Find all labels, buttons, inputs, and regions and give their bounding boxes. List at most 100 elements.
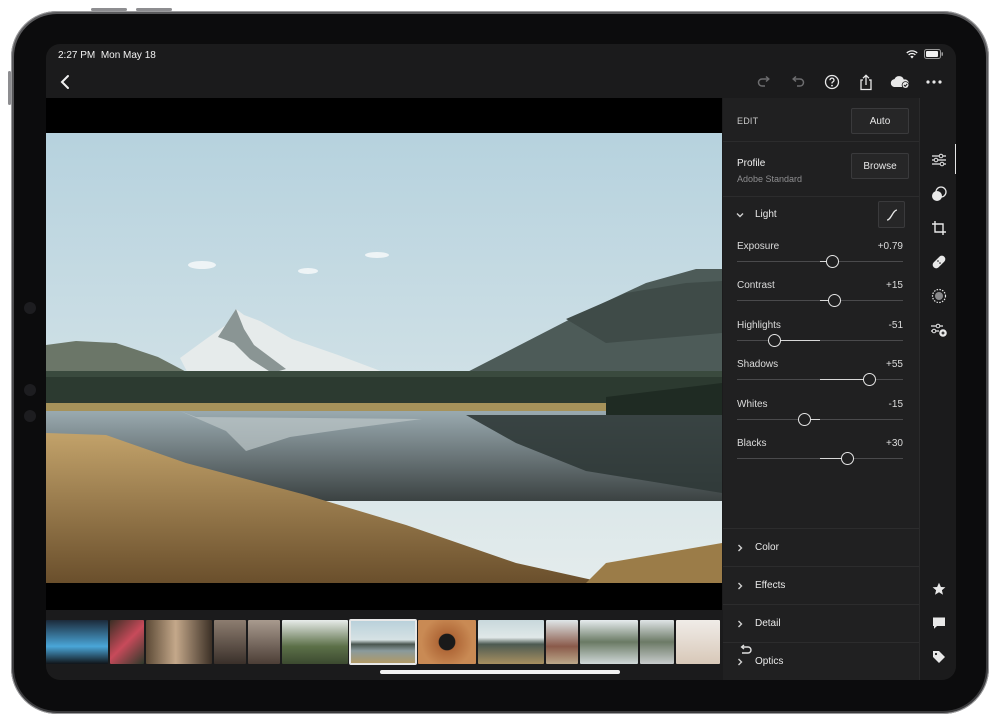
help-button[interactable] <box>820 71 844 93</box>
highlights-slider[interactable]: Highlights -51 <box>737 320 903 354</box>
rail-presets-button[interactable] <box>929 184 949 204</box>
thumbnail[interactable] <box>546 620 578 664</box>
slider-value: -51 <box>888 320 903 331</box>
slider-track <box>737 419 903 420</box>
thumbnail[interactable] <box>640 620 674 664</box>
thumbnail-selected[interactable] <box>349 619 417 665</box>
slider-value: +0.79 <box>877 241 903 252</box>
thumbnail[interactable] <box>110 620 144 664</box>
section-title: Effects <box>755 580 786 591</box>
edit-panel: EDIT Auto Profile Adobe Standard Browse … <box>723 98 919 680</box>
slider-value: +55 <box>886 359 903 370</box>
share-button[interactable] <box>854 71 878 93</box>
slider-thumb[interactable] <box>841 452 855 465</box>
undo-button[interactable] <box>786 71 810 93</box>
section-color[interactable]: Color <box>723 529 919 567</box>
thumbnail[interactable] <box>580 620 638 664</box>
slider-value: +15 <box>886 280 903 291</box>
radial-icon <box>931 288 947 304</box>
rail-versions-button[interactable] <box>929 320 949 340</box>
rail-keywords-button[interactable] <box>929 647 949 667</box>
shadows-slider[interactable]: Shadows +55 <box>737 359 903 393</box>
more-icon <box>926 80 942 84</box>
time-text: 2:27 PM <box>58 50 96 61</box>
cloud-check-icon <box>890 76 910 89</box>
battery-icon <box>924 49 943 59</box>
crop-icon <box>932 221 946 235</box>
slider-name: Shadows <box>737 359 779 370</box>
rail-comments-button[interactable] <box>929 613 949 633</box>
photo-canvas[interactable] <box>46 98 722 610</box>
share-icon <box>860 73 872 90</box>
section-title: Color <box>755 542 779 553</box>
thumbnail[interactable] <box>478 620 544 664</box>
bandage-icon <box>932 255 946 269</box>
edit-header: EDIT Auto <box>723 98 919 142</box>
photo-image <box>46 133 722 583</box>
chevron-down-icon <box>736 213 744 218</box>
date-text: Mon May 18 <box>100 50 156 61</box>
rail-edit-button[interactable] <box>929 150 949 170</box>
slider-thumb[interactable] <box>798 413 812 426</box>
profile-value: Adobe Standard <box>737 174 803 184</box>
slider-thumb[interactable] <box>826 255 840 268</box>
presets-icon <box>932 186 947 201</box>
rail-healing-button[interactable] <box>929 252 949 272</box>
wifi-icon <box>906 49 918 58</box>
back-button[interactable] <box>56 71 76 93</box>
reset-icon <box>740 644 752 654</box>
slider-name: Highlights <box>737 320 781 331</box>
section-effects[interactable]: Effects <box>723 567 919 605</box>
profile-label: Profile <box>737 158 766 169</box>
profile-row: Profile Adobe Standard Browse <box>723 142 919 197</box>
section-title: Optics <box>755 656 784 667</box>
thumbnail[interactable] <box>214 620 246 664</box>
thumbnail[interactable] <box>46 620 108 664</box>
tone-curve-icon <box>886 208 897 221</box>
landscape-photo[interactable] <box>46 133 722 583</box>
rail-selective-button[interactable] <box>929 286 949 306</box>
status-bar: 2:27 PM Mon May 18 <box>46 44 956 66</box>
edit-label: EDIT <box>737 116 759 126</box>
whites-slider[interactable]: Whites -15 <box>737 399 903 433</box>
thumbnail[interactable] <box>676 620 720 664</box>
volume-button <box>8 71 11 105</box>
tool-rail <box>919 98 956 680</box>
slider-track <box>737 340 903 341</box>
rail-crop-button[interactable] <box>929 218 949 238</box>
home-indicator[interactable] <box>380 670 620 674</box>
reset-button[interactable] <box>737 641 755 659</box>
thumbnail[interactable] <box>282 620 348 664</box>
thumbnail[interactable] <box>146 620 212 664</box>
sensor-dot <box>24 410 36 422</box>
slider-thumb[interactable] <box>862 373 876 386</box>
redo-icon <box>757 75 770 87</box>
browse-button[interactable]: Browse <box>851 153 909 179</box>
tone-curve-button[interactable] <box>878 201 905 228</box>
slider-value: -15 <box>888 399 903 410</box>
top-toolbar <box>46 66 956 98</box>
cloud-sync-button[interactable] <box>888 71 912 93</box>
contrast-slider[interactable]: Contrast +15 <box>737 280 903 314</box>
rail-rate-button[interactable] <box>929 579 949 599</box>
blacks-slider[interactable]: Blacks +30 <box>737 438 903 472</box>
slider-fill <box>775 340 820 341</box>
auto-button[interactable]: Auto <box>851 108 909 134</box>
versions-icon <box>931 323 947 337</box>
redo-button[interactable] <box>752 71 776 93</box>
more-button[interactable] <box>922 71 946 93</box>
thumbnail[interactable] <box>418 620 476 664</box>
section-detail[interactable]: Detail <box>723 605 919 643</box>
chevron-left-icon <box>60 75 69 89</box>
slider-thumb[interactable] <box>768 334 782 347</box>
camera-dot-2 <box>24 384 36 396</box>
slider-name: Blacks <box>737 438 767 449</box>
chevron-right-icon <box>738 544 743 552</box>
exposure-slider[interactable]: Exposure +0.79 <box>737 241 903 275</box>
light-header[interactable]: Light <box>723 198 919 232</box>
slider-name: Contrast <box>737 280 775 291</box>
slider-thumb[interactable] <box>827 294 841 307</box>
top-tools <box>752 71 946 93</box>
slider-name: Exposure <box>737 241 780 252</box>
thumbnail[interactable] <box>248 620 280 664</box>
